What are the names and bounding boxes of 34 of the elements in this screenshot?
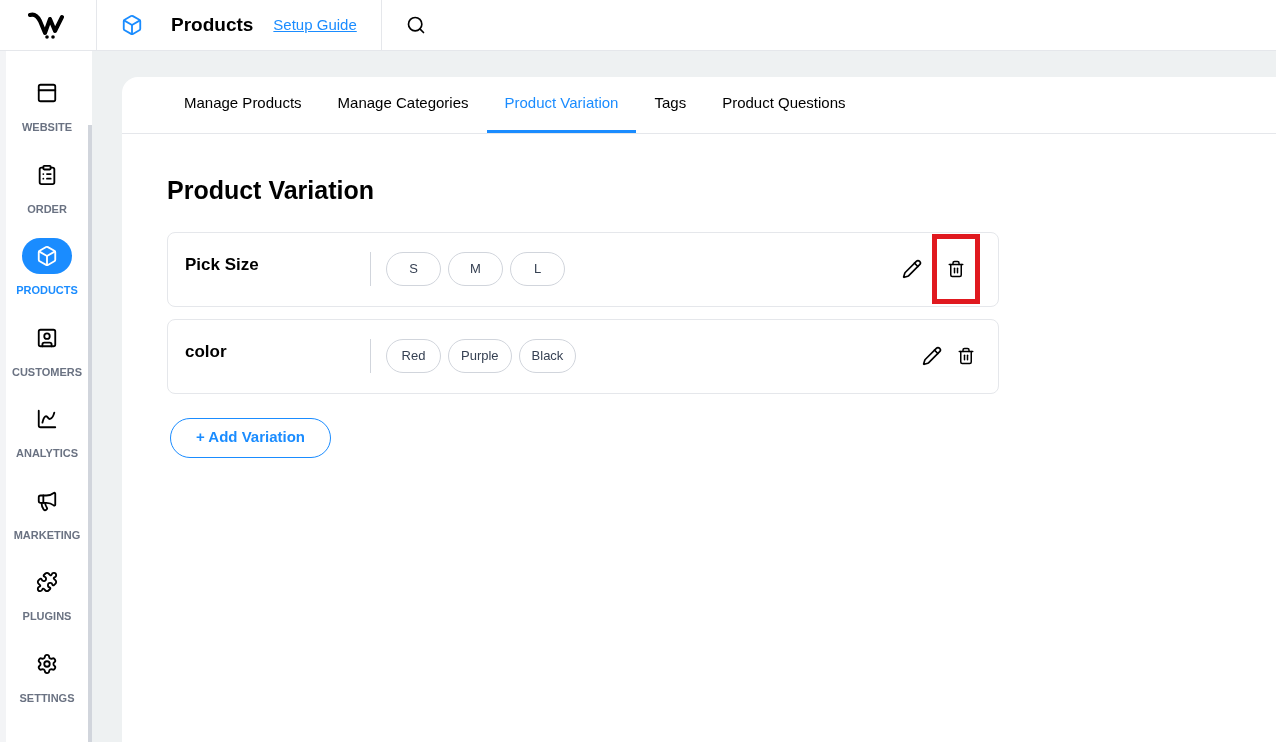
line-chart-icon (36, 408, 58, 430)
sidebar-item[interactable]: SETTINGS (19, 645, 75, 706)
page-title: Products (171, 12, 254, 37)
sidebar-item[interactable]: CUSTOMERS (11, 319, 83, 380)
tab[interactable]: Manage Categories (319, 77, 487, 133)
clipboard-icon (36, 163, 58, 186)
settings-icon (36, 652, 58, 675)
pencil-icon (922, 346, 942, 366)
tab[interactable]: Tags (636, 77, 705, 133)
megaphone-icon (36, 489, 58, 512)
variation-name: color (185, 341, 228, 364)
pencil-icon (902, 259, 922, 279)
setup-guide-link[interactable]: Setup Guide (273, 13, 357, 37)
sidebar-item[interactable]: PLUGINS (22, 564, 72, 625)
tab[interactable]: Manage Products (166, 77, 320, 133)
sidebar-item[interactable]: WEBSITE (21, 75, 73, 136)
delete-button[interactable] (932, 234, 980, 304)
puzzle-icon (36, 571, 58, 593)
search-icon (405, 15, 426, 35)
box-icon (121, 14, 143, 36)
sidebar-item[interactable]: MARKETING (13, 482, 81, 543)
trash-icon (957, 347, 975, 365)
variation-name: Pick Size (185, 254, 260, 277)
tab[interactable]: Product Variation (486, 77, 637, 133)
sidebar-item[interactable]: ORDER (22, 156, 72, 217)
box-icon (36, 245, 58, 267)
search-button[interactable] (405, 15, 426, 35)
tab[interactable]: Product Questions (704, 77, 864, 133)
window-icon (36, 82, 58, 104)
section-heading: Product Variation (167, 175, 375, 206)
contact-card-icon (36, 326, 58, 349)
sidebar-item[interactable]: ANALYTICS (16, 401, 78, 462)
sidebar-item[interactable]: PRODUCTS (16, 238, 78, 299)
trash-icon (947, 260, 965, 278)
